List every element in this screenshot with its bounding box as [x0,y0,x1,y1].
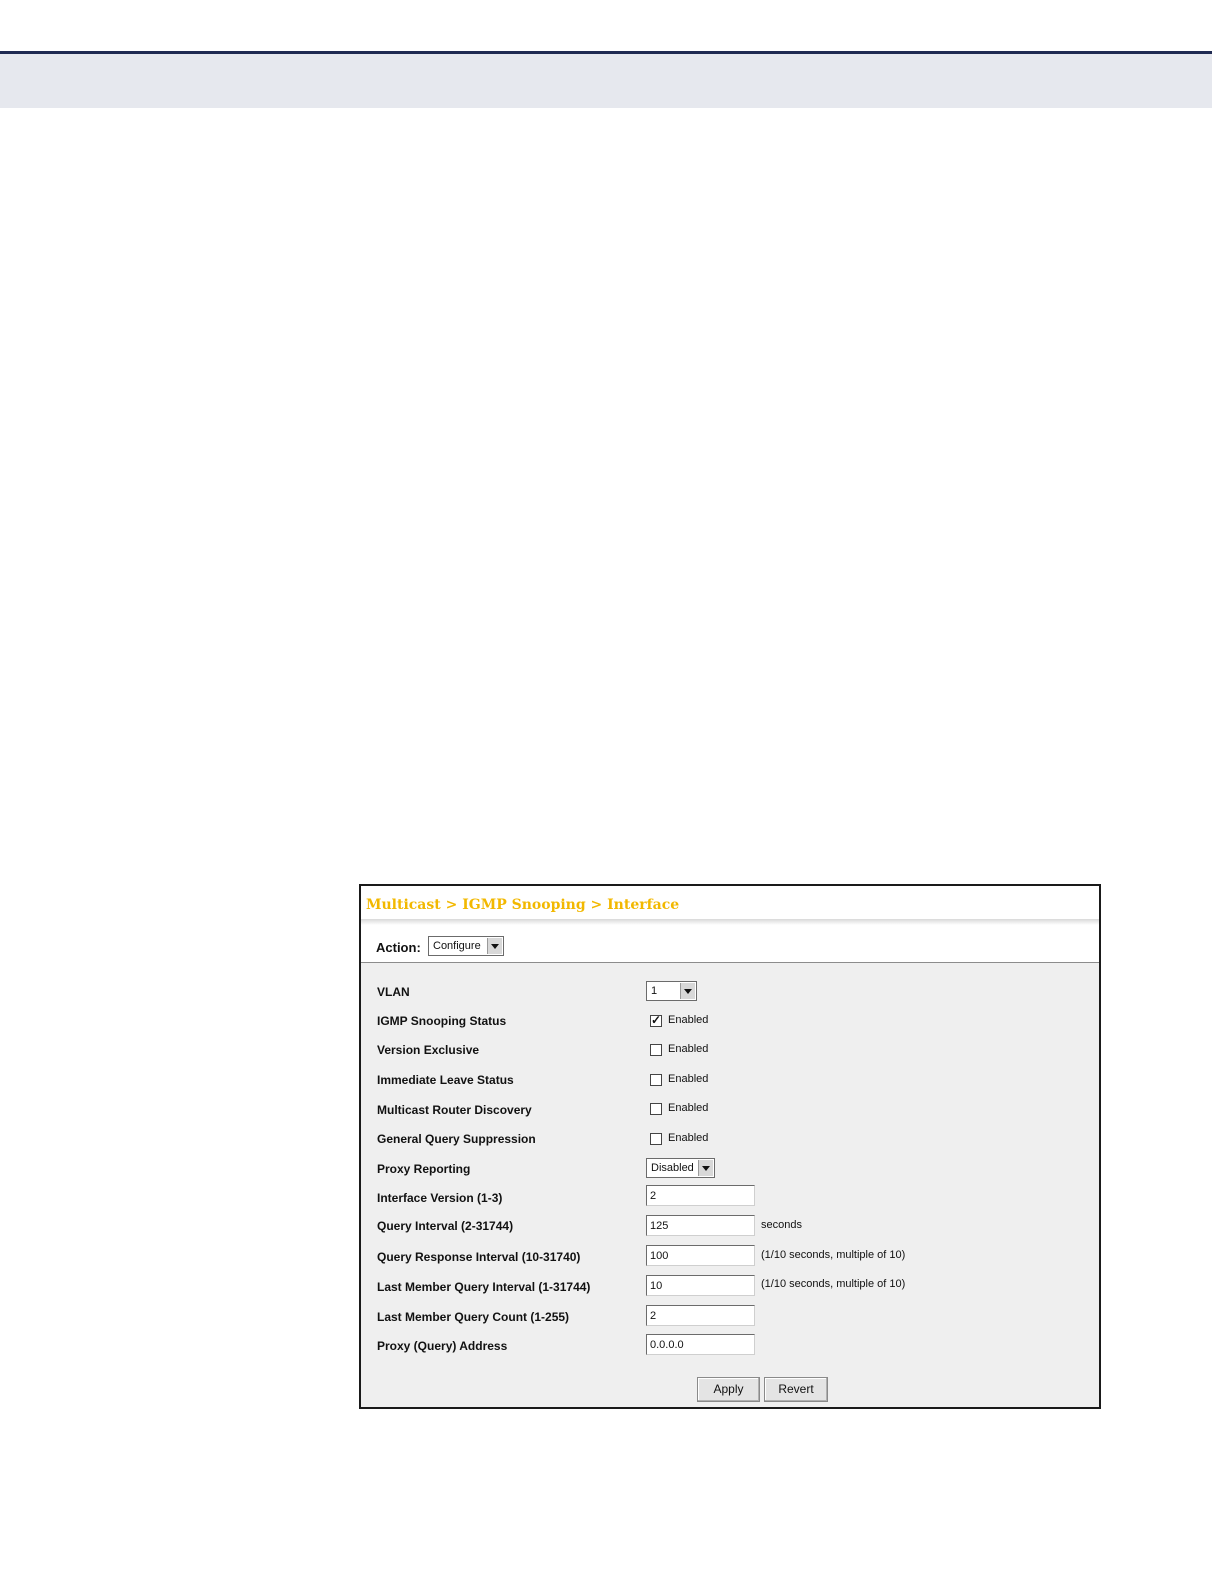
vlan-select[interactable]: 1 [646,981,697,1001]
multicast-router-discovery-label: Multicast Router Discovery [377,1103,532,1117]
multicast-router-discovery-checkbox[interactable] [650,1103,662,1115]
chevron-down-icon[interactable] [680,983,695,999]
general-query-suppression-checkbox[interactable] [650,1133,662,1145]
version-exclusive-label: Version Exclusive [377,1043,480,1057]
igmp-snooping-status-text: Enabled [668,1014,709,1026]
action-bar: Action: Configure [361,925,1099,963]
immediate-leave-status-text: Enabled [668,1073,709,1085]
header-band [0,54,1212,108]
interface-version-input[interactable]: 2 [646,1185,755,1206]
igmp-snooping-status-label: IGMP Snooping Status [377,1014,507,1028]
interface-version-label: Interface Version (1-3) [377,1191,503,1205]
igmp-interface-panel: Multicast > IGMP Snooping > Interface Ac… [359,884,1101,1409]
action-select[interactable]: Configure [428,936,504,956]
proxy-reporting-value: Disabled [651,1162,694,1174]
igmp-snooping-status-checkbox[interactable] [650,1013,662,1027]
immediate-leave-status-label: Immediate Leave Status [377,1073,514,1087]
action-label: Action: [376,940,421,955]
last-member-query-interval-label: Last Member Query Interval (1-31744) [377,1280,591,1294]
version-exclusive-text: Enabled [668,1043,709,1055]
proxy-reporting-select[interactable]: Disabled [646,1158,715,1178]
version-exclusive-checkbox[interactable] [650,1044,662,1056]
vlan-label: VLAN [377,985,410,999]
query-interval-unit: seconds [761,1219,802,1231]
last-member-query-interval-input[interactable]: 10 [646,1275,755,1296]
apply-button[interactable]: Apply [697,1377,760,1402]
revert-button[interactable]: Revert [764,1377,828,1402]
breadcrumb: Multicast > IGMP Snooping > Interface [366,897,680,913]
proxy-reporting-label: Proxy Reporting [377,1162,471,1176]
multicast-router-discovery-text: Enabled [668,1102,709,1114]
query-response-interval-label: Query Response Interval (10-31740) [377,1250,581,1264]
general-query-suppression-label: General Query Suppression [377,1132,536,1146]
query-response-interval-hint: (1/10 seconds, multiple of 10) [761,1249,906,1261]
proxy-query-address-label: Proxy (Query) Address [377,1339,508,1353]
query-interval-label: Query Interval (2-31744) [377,1219,514,1233]
action-select-value: Configure [433,940,481,952]
last-member-query-count-input[interactable]: 2 [646,1305,755,1326]
general-query-suppression-text: Enabled [668,1132,709,1144]
immediate-leave-status-checkbox[interactable] [650,1074,662,1086]
last-member-query-count-label: Last Member Query Count (1-255) [377,1310,570,1324]
query-response-interval-input[interactable]: 100 [646,1245,755,1266]
last-member-query-interval-hint: (1/10 seconds, multiple of 10) [761,1278,906,1290]
proxy-query-address-input[interactable]: 0.0.0.0 [646,1334,755,1355]
title-bar: Multicast > IGMP Snooping > Interface [361,886,1099,919]
chevron-down-icon[interactable] [698,1160,713,1176]
chevron-down-icon[interactable] [487,938,502,954]
query-interval-input[interactable]: 125 [646,1215,755,1236]
vlan-select-value: 1 [651,985,658,997]
